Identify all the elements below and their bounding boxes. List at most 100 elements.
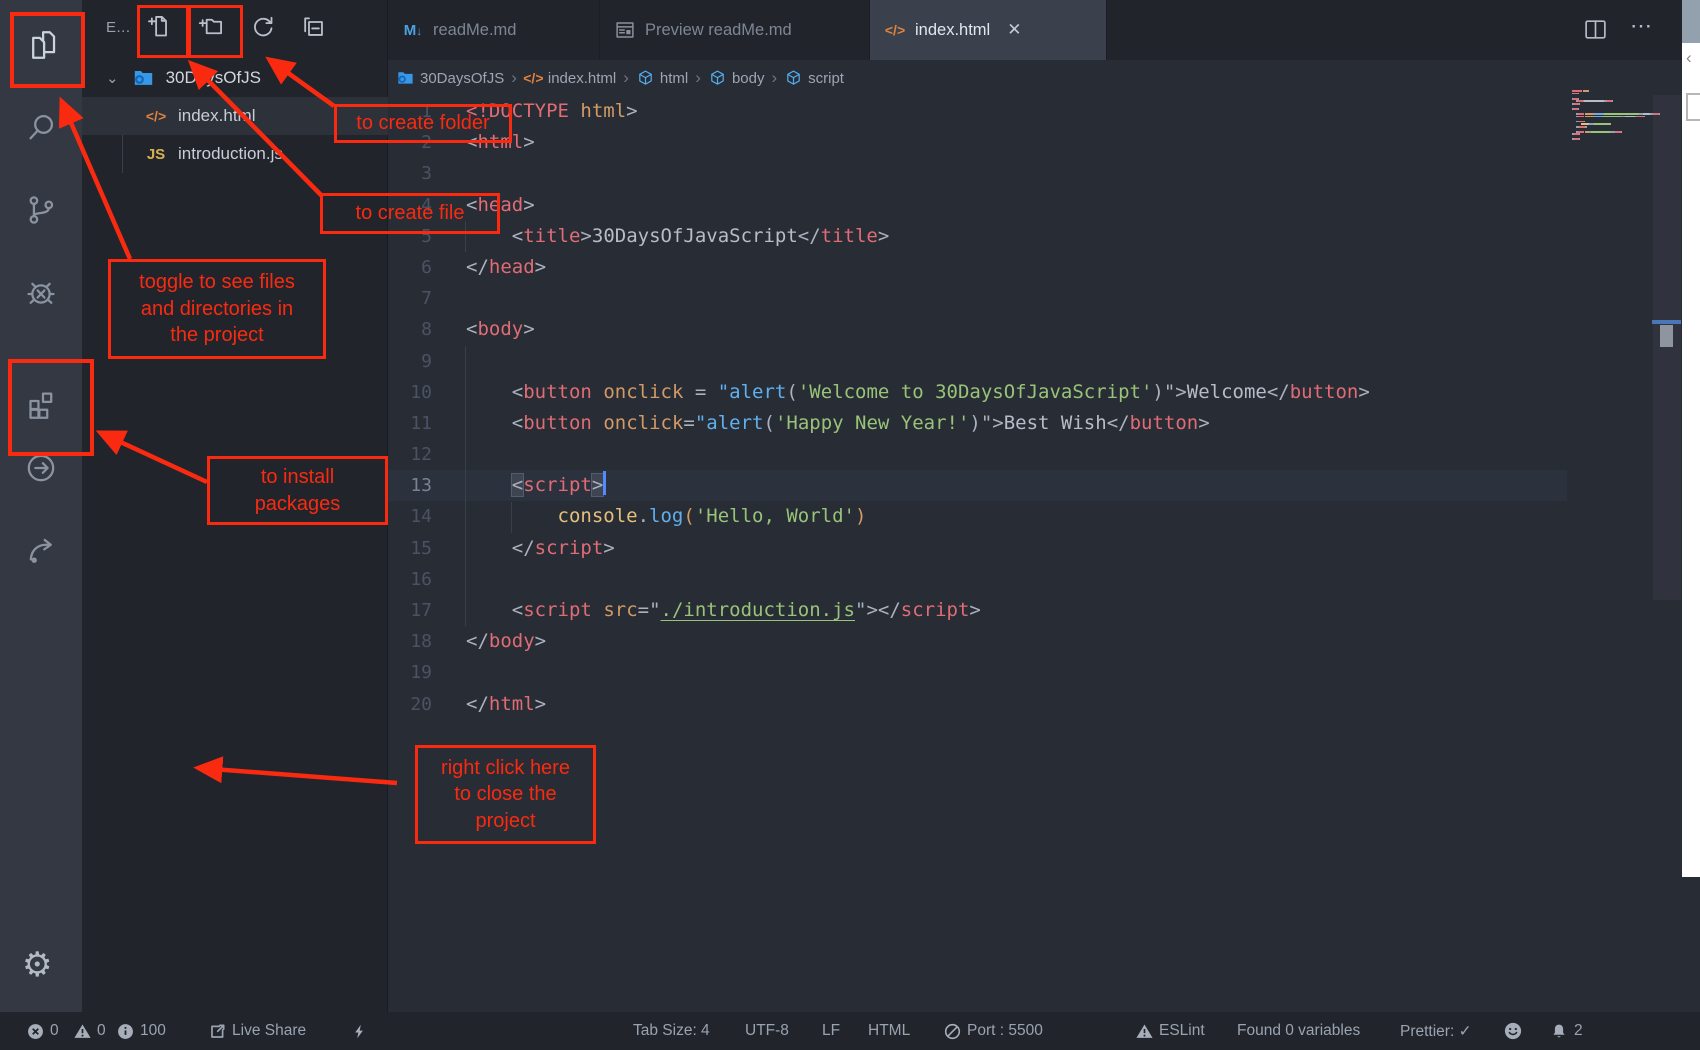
status-label: 100 xyxy=(140,1022,166,1040)
breadcrumb-separator: › xyxy=(511,68,517,88)
status-left-0[interactable]: 0 xyxy=(73,1012,106,1050)
split-editor-icon[interactable] xyxy=(1583,17,1608,42)
cube-icon xyxy=(784,69,803,87)
line-number: 14 xyxy=(388,501,432,532)
code-line-8[interactable]: 8<body> xyxy=(388,314,1567,345)
search-icon xyxy=(24,110,58,144)
chevron-left-icon[interactable]: ‹ xyxy=(1686,48,1692,68)
activity-item-run-debug[interactable] xyxy=(24,275,58,309)
file-label: introduction.js xyxy=(178,144,283,164)
gear-icon[interactable]: ⚙ xyxy=(22,948,52,982)
activity-item-live-share[interactable] xyxy=(24,451,58,485)
breadcrumb-item-body[interactable]: body xyxy=(708,69,765,87)
activity-item-source-control[interactable] xyxy=(24,193,58,227)
breadcrumb-separator: › xyxy=(695,68,701,88)
code-line-2[interactable]: 2<html> xyxy=(388,127,1567,158)
code-line-19[interactable]: 19 xyxy=(388,657,1567,688)
indent-guide xyxy=(511,502,512,533)
status-center-tab-size-4[interactable]: Tab Size: 4 xyxy=(633,1012,710,1050)
code-line-11[interactable]: 11 <button onclick="alert('Happy New Yea… xyxy=(388,408,1567,439)
overview-ruler-cursor xyxy=(1652,320,1681,324)
status-left-0[interactable]: 0 xyxy=(26,1012,59,1050)
folder-icon xyxy=(131,67,156,89)
status-label: UTF-8 xyxy=(745,1022,789,1040)
status-right-2[interactable]: 2 xyxy=(1550,1012,1583,1050)
activity-item-search[interactable] xyxy=(24,110,58,144)
more-actions-icon[interactable]: ⋯ xyxy=(1630,13,1654,39)
code-line-10[interactable]: 10 <button onclick = "alert('Welcome to … xyxy=(388,377,1567,408)
collapse-all-button[interactable] xyxy=(300,13,330,43)
code-line-12[interactable]: 12 xyxy=(388,439,1567,470)
status-center-port-5500[interactable]: Port : 5500 xyxy=(943,1012,1043,1050)
breadcrumb-label: body xyxy=(732,70,765,87)
tab-index-html[interactable]: </>index.html✕ xyxy=(870,0,1107,60)
line-number: 3 xyxy=(388,158,432,189)
annotation-create-file: to create file xyxy=(320,193,500,234)
code-line-4[interactable]: 4<head> xyxy=(388,190,1567,221)
code-line-18[interactable]: 18</body> xyxy=(388,626,1567,657)
status-center-utf-8[interactable]: UTF-8 xyxy=(745,1012,789,1050)
close-icon[interactable]: ✕ xyxy=(1007,20,1021,40)
minimap-slider[interactable] xyxy=(1653,95,1681,600)
line-number: 11 xyxy=(388,408,432,439)
breadcrumb-item-script[interactable]: script xyxy=(784,69,844,87)
code-line-15[interactable]: 15 </script> xyxy=(388,533,1567,564)
status-right-smiley-icon[interactable] xyxy=(1504,1012,1522,1050)
code-line-13[interactable]: 13 <script> xyxy=(388,470,1567,501)
cube-icon xyxy=(708,69,727,87)
status-right-found-0-variables[interactable]: Found 0 variables xyxy=(1237,1012,1360,1050)
status-left-100[interactable]: 100 xyxy=(116,1012,166,1050)
breadcrumb-item-index-html[interactable]: </> index.html xyxy=(524,69,616,87)
breadcrumb-label: index.html xyxy=(548,70,616,87)
page-scrollbar-track[interactable] xyxy=(1682,0,1700,877)
port-slash-icon xyxy=(943,1022,961,1040)
activity-bar xyxy=(0,0,82,1012)
breadcrumb-item-30daysofjs[interactable]: 30DaysOfJS xyxy=(396,69,504,87)
code-line-20[interactable]: 20</html> xyxy=(388,689,1567,720)
code-line-6[interactable]: 6</head> xyxy=(388,252,1567,283)
activity-item-publish[interactable] xyxy=(24,533,58,567)
annotation-frame-explorer-icon xyxy=(10,12,85,88)
breadcrumb-label: html xyxy=(660,70,688,87)
status-right-prettier[interactable]: Prettier: ✓ xyxy=(1400,1012,1472,1050)
line-number: 7 xyxy=(388,283,432,314)
breadcrumb-item-html[interactable]: html xyxy=(636,69,688,87)
code-line-17[interactable]: 17 <script src="./introduction.js"></scr… xyxy=(388,595,1567,626)
tab-preview-readme-md[interactable]: Preview readMe.md xyxy=(600,0,870,60)
code-line-9[interactable]: 9 xyxy=(388,346,1567,377)
line-number: 20 xyxy=(388,689,432,720)
status-left-bolt-icon[interactable] xyxy=(350,1012,368,1050)
explorer-title: E... xyxy=(106,19,131,36)
line-number: 19 xyxy=(388,657,432,688)
status-label: Found 0 variables xyxy=(1237,1022,1360,1040)
tab-readme-md[interactable]: M↓readMe.md xyxy=(388,0,600,60)
text-cursor xyxy=(603,471,606,495)
indent-guide xyxy=(465,346,466,627)
status-center-lf[interactable]: LF xyxy=(822,1012,840,1050)
page-scrollbar-handle[interactable] xyxy=(1686,93,1700,121)
annotation-frame-new-folder-icon xyxy=(188,5,243,58)
status-center-html[interactable]: HTML xyxy=(868,1012,910,1050)
minimap[interactable] xyxy=(1570,90,1654,210)
line-number: 18 xyxy=(388,626,432,657)
code-line-14[interactable]: 14 console.log('Hello, World') xyxy=(388,501,1567,532)
code-line-3[interactable]: 3 xyxy=(388,158,1567,189)
editor-scrollbar-thumb[interactable] xyxy=(1660,325,1673,347)
breadcrumb-separator: › xyxy=(623,68,629,88)
status-left-live-share[interactable]: Live Share xyxy=(208,1012,306,1050)
code-line-7[interactable]: 7 xyxy=(388,283,1567,314)
status-label: 2 xyxy=(1574,1022,1583,1040)
code-line-1[interactable]: 1<!DOCTYPE html> xyxy=(388,96,1567,127)
html-code-icon: </> xyxy=(524,69,543,87)
folder-row-root[interactable]: ⌄30DaysOfJS xyxy=(82,59,388,97)
info-icon xyxy=(116,1022,134,1040)
preview-icon xyxy=(614,19,636,41)
code-editor[interactable]: 1<!DOCTYPE html>2<html>34<head>5 <title>… xyxy=(388,96,1567,720)
chevron-down-icon[interactable]: ⌄ xyxy=(106,69,119,87)
tab-label: Preview readMe.md xyxy=(645,21,792,40)
code-line-5[interactable]: 5 <title>30DaysOfJavaScript</title> xyxy=(388,221,1567,252)
refresh-button[interactable] xyxy=(249,13,279,43)
status-label: Tab Size: 4 xyxy=(633,1022,710,1040)
status-right-eslint[interactable]: ESLint xyxy=(1135,1012,1205,1050)
code-line-16[interactable]: 16 xyxy=(388,564,1567,595)
